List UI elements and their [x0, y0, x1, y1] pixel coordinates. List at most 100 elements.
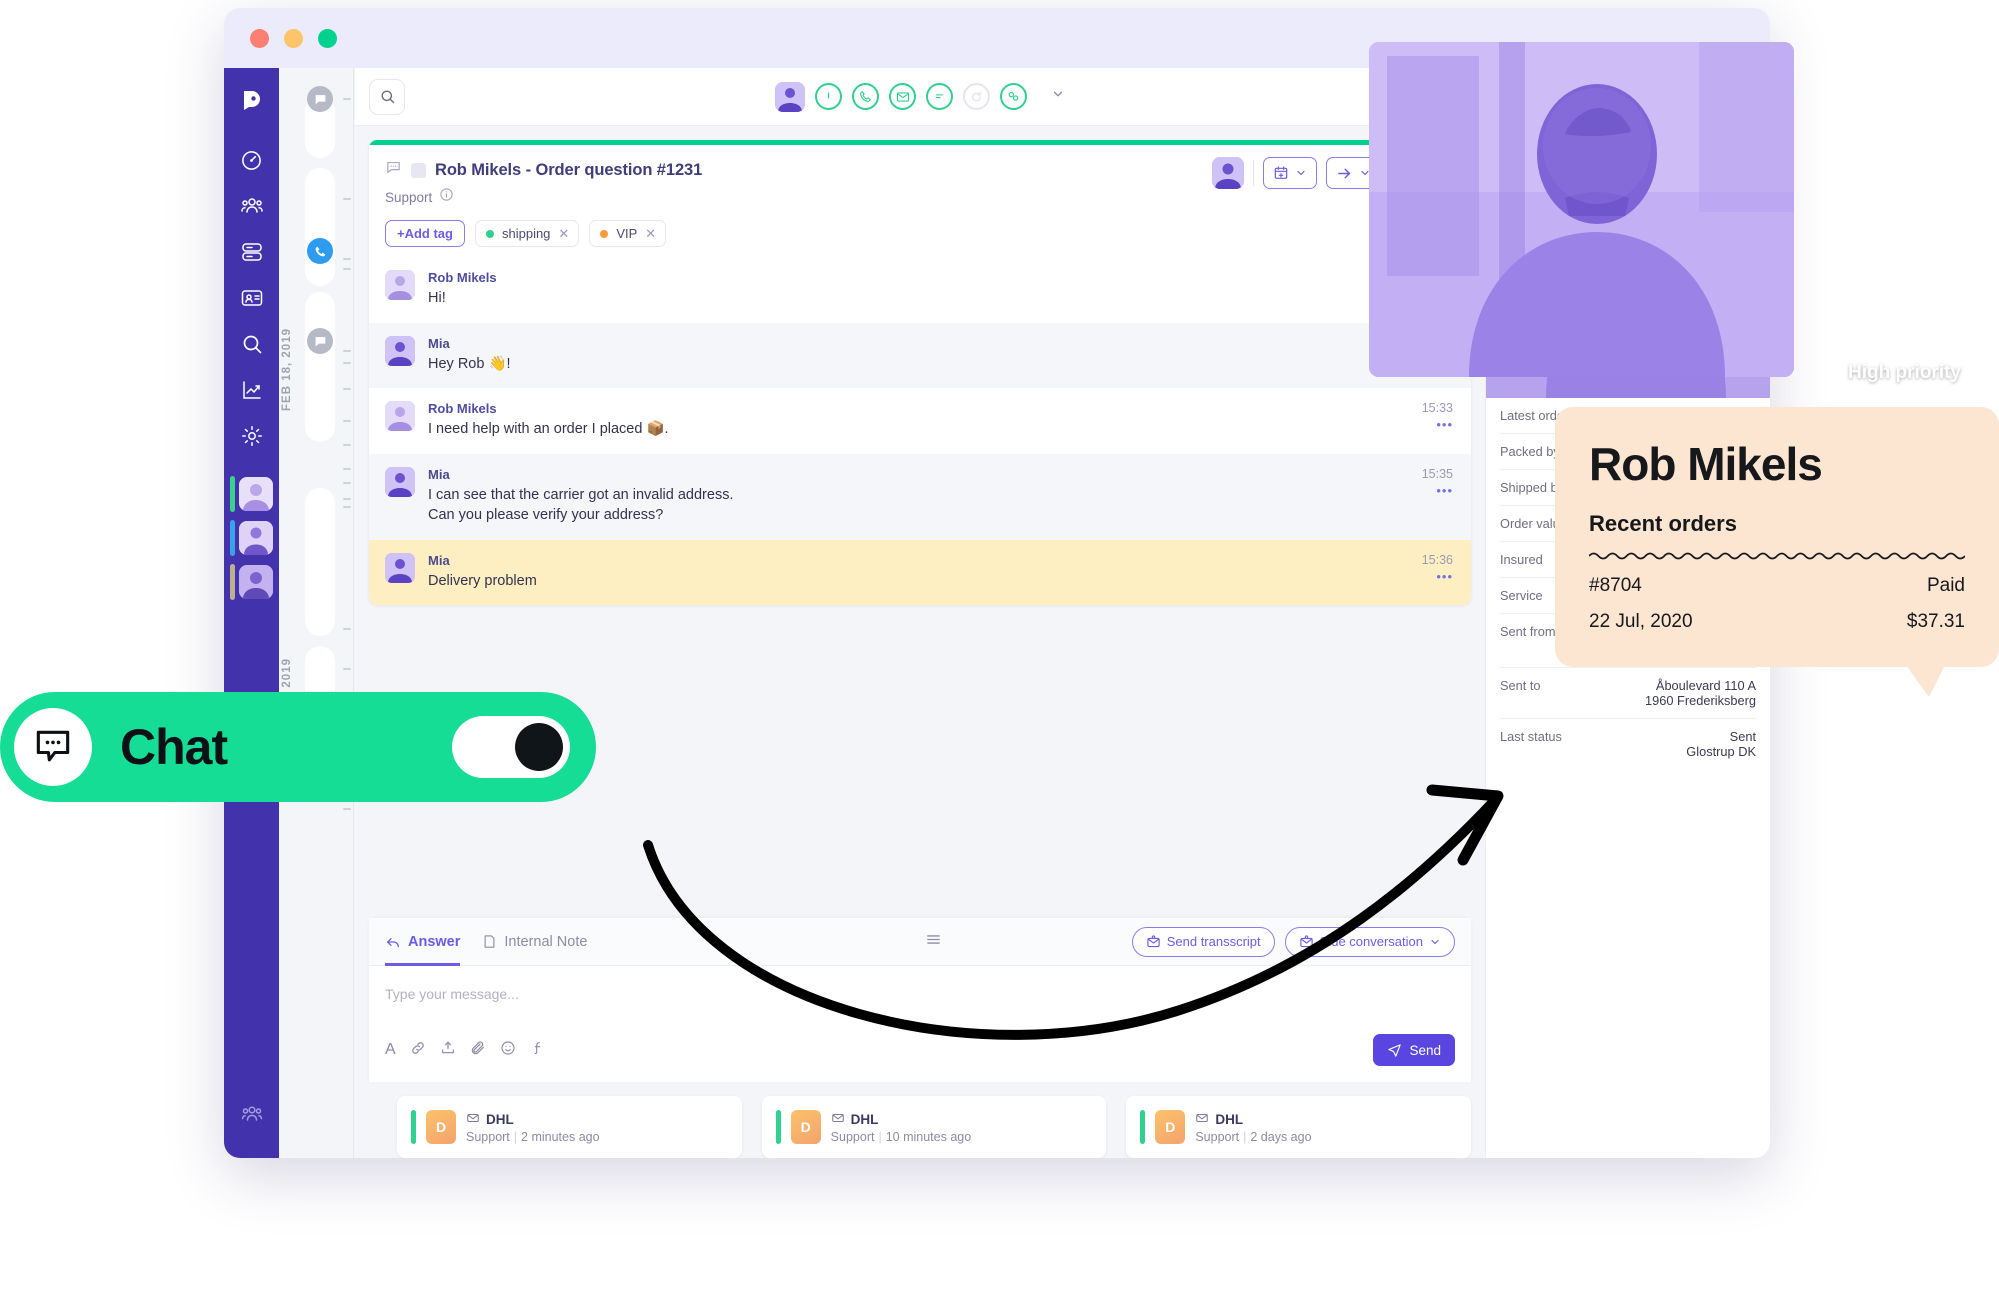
- template-icon[interactable]: [440, 1040, 456, 1061]
- message-time: 15:35: [1421, 466, 1453, 481]
- message-options-icon[interactable]: •••: [1422, 483, 1453, 498]
- sidebar-item-teams[interactable]: [232, 186, 272, 226]
- avatar: [239, 521, 273, 555]
- callback-channel-icon[interactable]: [963, 83, 990, 110]
- avatar: [385, 335, 415, 366]
- schedule-button[interactable]: [1263, 157, 1318, 189]
- composer-toolbar: A: [385, 1040, 546, 1061]
- sidebar-agent-avatar[interactable]: [230, 476, 273, 512]
- message-options-icon[interactable]: •••: [1422, 569, 1453, 584]
- related-conversations: D DHL Support | 2 minutes ago D DHL Supp…: [355, 1082, 1485, 1158]
- message-row[interactable]: Rob Mikels Hi! 15:32 •••: [369, 257, 1471, 323]
- chevron-down-icon[interactable]: [1051, 87, 1065, 106]
- left-sidebar: [224, 68, 279, 1158]
- sidebar-item-dashboard[interactable]: [232, 140, 272, 180]
- window-maximize-button[interactable]: [318, 29, 337, 48]
- composer-tabs: Answer Internal Note Send transscript Si…: [369, 918, 1471, 966]
- timeline-card[interactable]: [305, 292, 335, 442]
- customer-name: Rob Mikels: [1589, 438, 1823, 490]
- avatar: [239, 477, 273, 511]
- emoji-icon[interactable]: [500, 1040, 516, 1061]
- message-text: Delivery problem: [428, 572, 537, 589]
- message-input-placeholder: Type your message...: [385, 986, 519, 1002]
- conversation-timeline[interactable]: FEB 18, 2019 MAR 4, 2019: [279, 68, 355, 1158]
- sidebar-agent-avatar[interactable]: [230, 564, 273, 600]
- email-channel-icon[interactable]: [889, 83, 916, 110]
- tag-shipping[interactable]: shipping ✕: [474, 220, 580, 247]
- phone-channel-icon[interactable]: [852, 83, 879, 110]
- tab-internal-note[interactable]: Internal Note: [482, 918, 587, 966]
- card-time: 10 minutes ago: [885, 1129, 972, 1144]
- message-row[interactable]: Mia Hey Rob 👋! 15:32 •••: [369, 322, 1471, 389]
- window-minimize-button[interactable]: [284, 29, 303, 48]
- composer-actions: Send transscript Side conversation: [925, 926, 1455, 957]
- message-author: Mia: [428, 335, 450, 351]
- link-icon[interactable]: [410, 1040, 426, 1061]
- agent-status-bar: [230, 476, 235, 512]
- status-channel-icon[interactable]: [815, 83, 842, 110]
- card-queue: Support: [466, 1129, 510, 1144]
- sidebar-item-contacts[interactable]: [232, 278, 272, 318]
- send-button[interactable]: Send: [1373, 1034, 1455, 1066]
- timeline-card[interactable]: [305, 168, 335, 286]
- message-options-icon[interactable]: •••: [1422, 417, 1453, 432]
- timeline-card[interactable]: [305, 488, 335, 636]
- close-icon[interactable]: ✕: [645, 226, 656, 242]
- tag-vip[interactable]: VIP ✕: [589, 220, 667, 247]
- assignee-avatar[interactable]: [1212, 157, 1245, 189]
- text-format-icon[interactable]: A: [385, 1041, 396, 1059]
- info-circle-icon[interactable]: [439, 187, 454, 207]
- avatar: [385, 552, 415, 583]
- send-transcript-button[interactable]: Send transscript: [1131, 926, 1275, 957]
- agent-avatar[interactable]: [775, 81, 805, 112]
- sidebar-item-analytics[interactable]: [232, 370, 272, 410]
- related-conversation-card[interactable]: D DHL Support | 2 minutes ago: [397, 1096, 742, 1158]
- avatar: D: [426, 1110, 456, 1144]
- message-row[interactable]: Mia I can see that the carrier got an in…: [369, 453, 1471, 540]
- star-icon: [1820, 360, 1839, 385]
- send-transcript-label: Send transscript: [1166, 934, 1261, 949]
- sidebar-item-team[interactable]: [232, 1094, 272, 1134]
- customer-photo-overlay: [1369, 42, 1794, 377]
- window-close-button[interactable]: [250, 29, 269, 48]
- chat-channel-icon[interactable]: [926, 83, 953, 110]
- message-input[interactable]: Type your message...: [369, 966, 1471, 1022]
- message-author: Mia: [428, 552, 450, 568]
- tag-color-dot: [485, 229, 494, 238]
- message-text: I can see that the carrier got an invali…: [428, 486, 734, 524]
- card-time: 2 days ago: [1250, 1129, 1312, 1144]
- tag-row: +Add tag shipping ✕ VIP ✕: [385, 220, 1455, 247]
- attachment-icon[interactable]: [470, 1040, 486, 1061]
- tab-answer[interactable]: Answer: [385, 918, 461, 966]
- chat-toggle-switch[interactable]: [452, 716, 570, 778]
- thread-marker: [411, 162, 426, 178]
- close-icon[interactable]: ✕: [558, 226, 569, 242]
- sidebar-agent-avatar[interactable]: [230, 520, 273, 556]
- sidebar-item-search[interactable]: [232, 324, 272, 364]
- related-conversation-card[interactable]: D DHL Support | 10 minutes ago: [761, 1096, 1107, 1158]
- sidebar-item-queues[interactable]: [232, 232, 272, 272]
- detail-key: Last status: [1500, 729, 1562, 744]
- chat-bubble-icon: [14, 708, 92, 786]
- send-label: Send: [1409, 1042, 1441, 1058]
- wavy-divider: [1588, 549, 1966, 561]
- side-conversation-button[interactable]: Side conversation: [1284, 926, 1455, 957]
- sidebar-item-settings[interactable]: [232, 416, 272, 456]
- dixa-logo-icon[interactable]: [232, 80, 272, 120]
- detail-row: Sent to Åboulevard 110 A 1960 Frederiksb…: [1500, 667, 1756, 719]
- social-channel-icon[interactable]: [1000, 83, 1027, 110]
- search-button[interactable]: [369, 78, 405, 115]
- composer-footer: A Send: [369, 1022, 1471, 1082]
- conversation-column: Rob Mikels - Order question #1231 Suppor…: [355, 68, 1485, 1158]
- related-conversation-card[interactable]: D DHL Support | 2 days ago: [1126, 1096, 1472, 1158]
- signature-icon[interactable]: [530, 1040, 546, 1061]
- timeline-ticks: [343, 68, 355, 1158]
- add-tag-button[interactable]: +Add tag: [385, 220, 465, 247]
- message-row[interactable]: Rob Mikels I need help with an order I p…: [369, 388, 1471, 454]
- page-title: Rob Mikels - Order question #1231: [435, 160, 703, 179]
- message-author: Mia: [428, 466, 450, 482]
- chat-bubble-icon: [385, 159, 402, 181]
- chat-icon: [307, 328, 333, 354]
- message-row[interactable]: Mia Delivery problem 15:36 •••: [369, 539, 1471, 606]
- hamburger-icon[interactable]: [925, 931, 942, 953]
